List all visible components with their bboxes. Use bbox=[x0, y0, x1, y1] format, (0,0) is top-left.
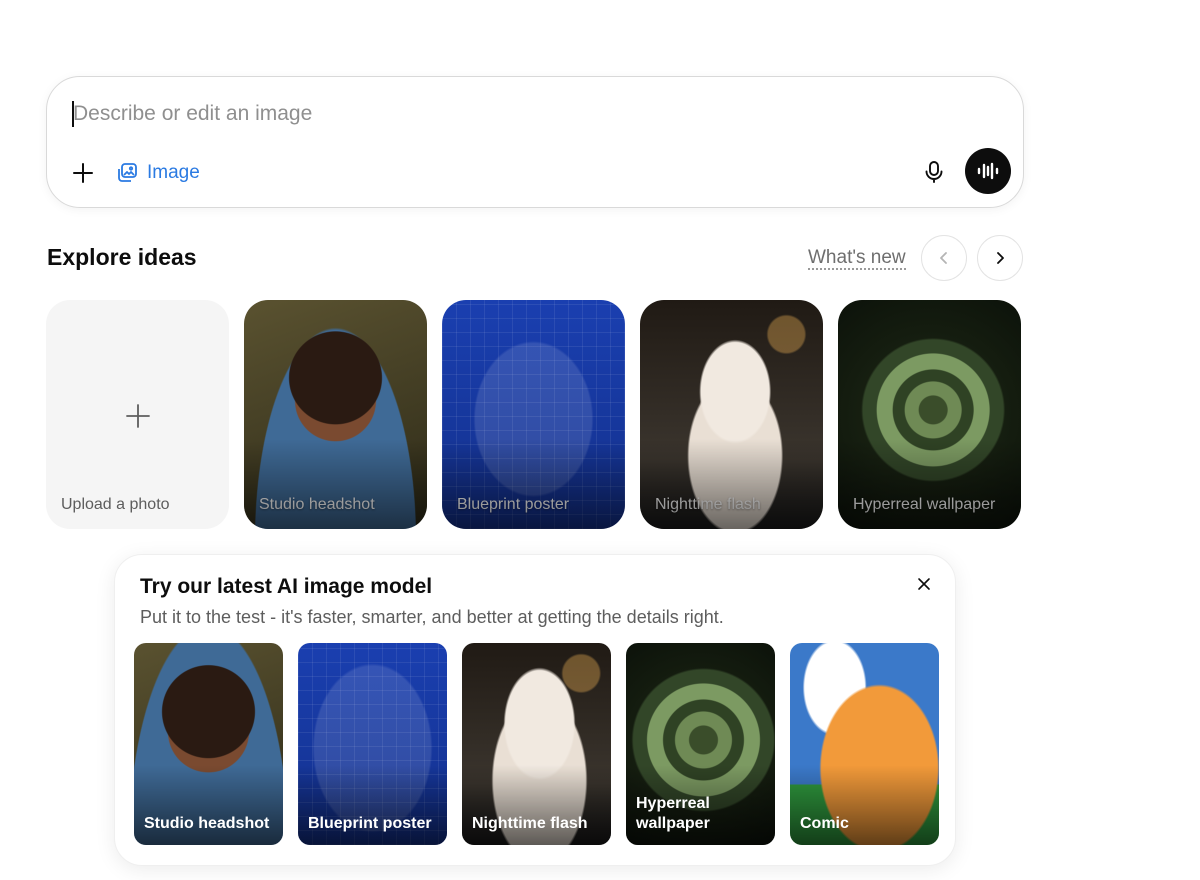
hyperreal-wallpaper-card[interactable]: Hyperreal wallpaper bbox=[838, 300, 1021, 529]
card-label: Blueprint poster bbox=[308, 815, 432, 832]
image-mode-button[interactable]: Image bbox=[115, 157, 200, 189]
promo-comic-card[interactable]: Comic bbox=[790, 643, 939, 845]
promo-studio-headshot-card[interactable]: Studio headshot bbox=[134, 643, 283, 845]
add-attachment-button[interactable] bbox=[67, 157, 99, 189]
promo-blueprint-poster-card[interactable]: Blueprint poster bbox=[298, 643, 447, 845]
new-model-promo: Try our latest AI image model Put it to … bbox=[114, 554, 956, 866]
chevron-left-icon bbox=[940, 252, 947, 264]
voice-mode-button[interactable] bbox=[965, 148, 1011, 194]
plus-icon bbox=[73, 163, 93, 183]
blueprint-poster-card[interactable]: Blueprint poster bbox=[442, 300, 625, 529]
image-icon bbox=[118, 163, 137, 182]
close-promo-button[interactable] bbox=[911, 571, 937, 597]
promo-hyperreal-wallpaper-card[interactable]: Hyperreal wallpaper bbox=[626, 643, 775, 845]
carousel-next-button[interactable] bbox=[977, 235, 1023, 281]
nighttime-flash-card[interactable]: Nighttime flash bbox=[640, 300, 823, 529]
whats-new-link[interactable]: What's new bbox=[808, 248, 906, 270]
explore-cards: Upload a photo Studio headshot Blueprint… bbox=[46, 300, 1021, 529]
explore-ideas-heading: Explore ideas bbox=[47, 244, 197, 270]
prompt-input[interactable] bbox=[73, 99, 933, 129]
card-label: Hyperreal wallpaper bbox=[636, 795, 710, 832]
card-label: Studio headshot bbox=[259, 496, 375, 513]
chevron-right-icon bbox=[997, 252, 1004, 264]
card-label: Studio headshot bbox=[144, 815, 270, 832]
card-label: Hyperreal wallpaper bbox=[853, 496, 996, 513]
voice-waveform-icon bbox=[977, 162, 999, 180]
card-label: Comic bbox=[800, 815, 849, 832]
plus-icon bbox=[125, 404, 150, 428]
promo-nighttime-flash-card[interactable]: Nighttime flash bbox=[462, 643, 611, 845]
card-label: Blueprint poster bbox=[457, 496, 570, 513]
card-label: Nighttime flash bbox=[472, 815, 588, 832]
promo-cards: Studio headshot Blueprint poster Nightti… bbox=[134, 643, 939, 845]
dictate-button[interactable] bbox=[917, 155, 951, 189]
microphone-icon bbox=[925, 161, 943, 183]
card-label: Upload a photo bbox=[61, 496, 170, 513]
studio-headshot-card[interactable]: Studio headshot bbox=[244, 300, 427, 529]
promo-title: Try our latest AI image model bbox=[140, 575, 433, 598]
card-label: Nighttime flash bbox=[655, 496, 761, 513]
prompt-composer: Image bbox=[46, 76, 1024, 208]
image-mode-label: Image bbox=[147, 162, 200, 183]
promo-subtitle: Put it to the test - it's faster, smarte… bbox=[140, 607, 724, 627]
close-icon bbox=[918, 578, 930, 590]
upload-photo-card[interactable]: Upload a photo bbox=[46, 300, 229, 529]
carousel-prev-button[interactable] bbox=[921, 235, 967, 281]
